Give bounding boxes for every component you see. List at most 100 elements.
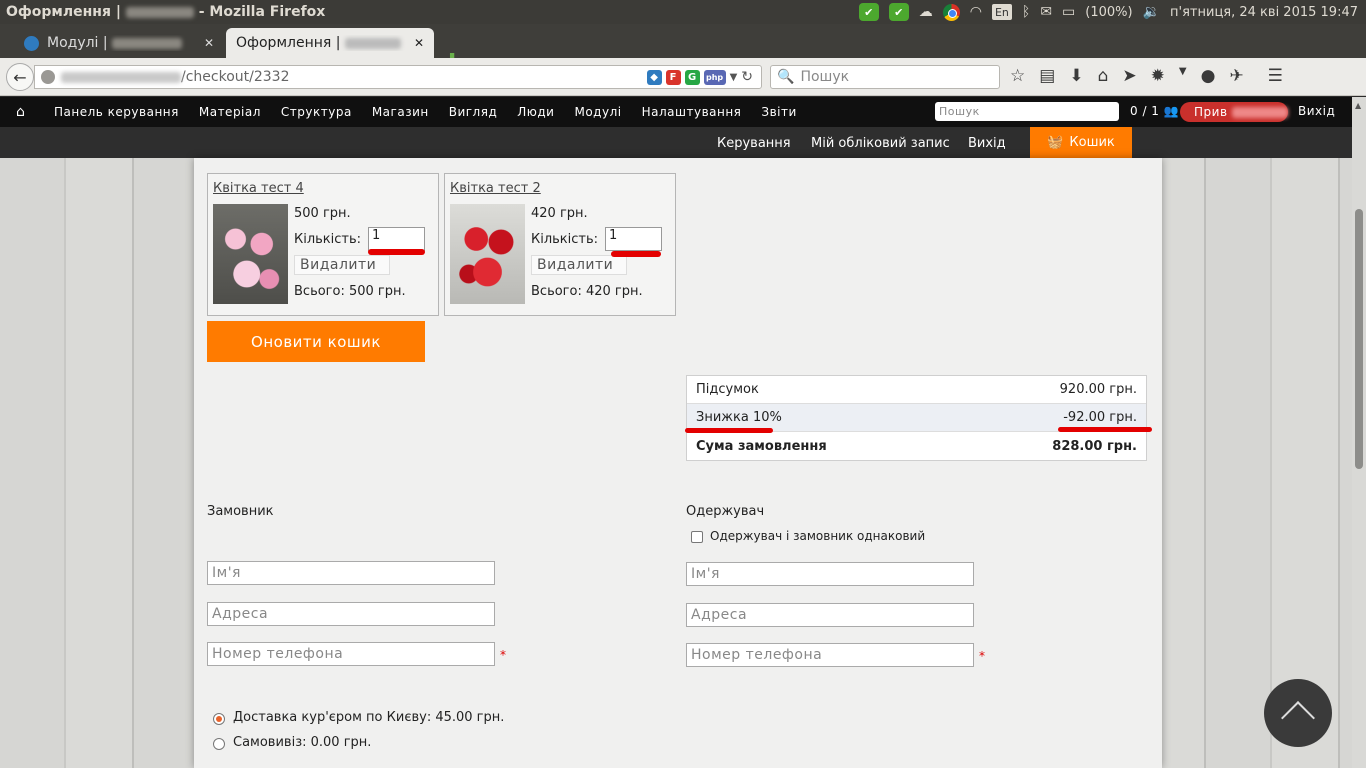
reading-list-icon[interactable]: ▤ bbox=[1039, 66, 1055, 86]
discount-value: -92.00 грн. bbox=[1063, 410, 1137, 425]
admin-menu-structure[interactable]: Структура bbox=[281, 105, 352, 119]
chat-icon[interactable]: ● bbox=[1201, 66, 1216, 86]
update-cart-button[interactable]: Оновити кошик bbox=[207, 321, 425, 362]
send-icon[interactable]: ➤ bbox=[1122, 66, 1136, 86]
drupal-icon[interactable]: ◆ bbox=[646, 69, 662, 85]
chrome-icon[interactable] bbox=[942, 3, 960, 21]
admin-menu-dashboard[interactable]: Панель керування bbox=[54, 105, 179, 119]
drupal-favicon-icon bbox=[24, 35, 39, 51]
remove-item-button[interactable]: Видалити bbox=[294, 255, 390, 275]
admin-menu-store[interactable]: Магазин bbox=[372, 105, 429, 119]
customer-address-field[interactable]: Адреса bbox=[207, 602, 495, 626]
menu-cart-link[interactable]: 🧺 Кошик bbox=[1030, 127, 1132, 158]
os-top-bar: Оформлення | - Mozilla Firefox ✔ ✔ ☁ ◠ E… bbox=[0, 0, 1366, 24]
downloads-icon[interactable]: ⬇ bbox=[1069, 66, 1083, 86]
battery-icon[interactable]: ▭ bbox=[1062, 3, 1075, 21]
tab-modules[interactable]: Модулі | ✕ bbox=[14, 28, 224, 58]
extension-gear-icon[interactable]: ✹ bbox=[1151, 66, 1165, 86]
admin-menu-reports[interactable]: Звіти bbox=[761, 105, 796, 119]
check-icon[interactable]: ✔ bbox=[888, 3, 909, 21]
tab-label: Оформлення | bbox=[236, 35, 408, 51]
mail-icon[interactable]: ✉ bbox=[1040, 3, 1052, 21]
discount-label: Знижка 10% bbox=[696, 410, 782, 425]
product-price: 500 грн. bbox=[294, 206, 351, 221]
url-bar[interactable]: /checkout/2332 ◆ F G php ▼ ↻ bbox=[34, 65, 762, 89]
reload-icon[interactable]: ↻ bbox=[741, 69, 753, 85]
admin-menu-people[interactable]: Люди bbox=[517, 105, 554, 119]
check-icon[interactable]: ✔ bbox=[858, 3, 879, 21]
home-icon[interactable]: ⌂ bbox=[16, 104, 36, 120]
shipping-pickup-label[interactable]: Самовивіз: 0.00 грн. bbox=[233, 735, 371, 750]
recipient-section-title: Одержувач bbox=[686, 504, 765, 519]
quantity-input[interactable]: 1 bbox=[605, 227, 662, 251]
bluetooth-icon[interactable]: ᛒ bbox=[1022, 3, 1030, 21]
site-user-menu: Керування Мій обліковий запис Вихід 🧺 Ко… bbox=[0, 127, 1366, 158]
bookmark-star-icon[interactable]: ☆ bbox=[1010, 66, 1025, 86]
cloud-icon[interactable]: ☁ bbox=[919, 3, 933, 21]
customer-name-field[interactable]: Ім'я bbox=[207, 561, 495, 585]
dropdown-chevron-icon[interactable]: ▼ bbox=[730, 72, 738, 83]
home-icon[interactable]: ⌂ bbox=[1098, 66, 1109, 86]
cart-item: Квітка тест 4 500 грн. Кількість: 1 Вида… bbox=[207, 173, 439, 316]
recipient-phone-field[interactable]: Номер телефона bbox=[686, 643, 974, 667]
shipping-pickup-radio[interactable] bbox=[213, 738, 225, 750]
scroll-to-top-button[interactable] bbox=[1264, 679, 1332, 747]
order-totals-table: Підсумок 920.00 грн. Знижка 10% -92.00 г… bbox=[686, 375, 1147, 461]
recipient-address-field[interactable]: Адреса bbox=[686, 603, 974, 627]
menu-account-link[interactable]: Мій обліковий запис bbox=[811, 136, 950, 151]
battery-level: (100%) bbox=[1085, 4, 1133, 20]
dropdown-chevron-icon[interactable]: ▼ bbox=[1179, 66, 1187, 86]
window-title: Оформлення | - Mozilla Firefox bbox=[6, 4, 326, 20]
menu-logout-link[interactable]: Вихід bbox=[968, 136, 1006, 151]
admin-menu-modules[interactable]: Модулі bbox=[574, 105, 621, 119]
close-tab-icon[interactable]: ✕ bbox=[204, 36, 214, 50]
page-scrollbar[interactable]: ▲ bbox=[1352, 97, 1366, 768]
admin-menu-content[interactable]: Матеріал bbox=[199, 105, 261, 119]
admin-search-input[interactable]: Пошук bbox=[935, 102, 1119, 121]
firebug-icon[interactable]: F bbox=[665, 69, 681, 85]
browser-search-input[interactable]: 🔍 Пошук bbox=[770, 65, 1000, 89]
quantity-label: Кількість: bbox=[294, 232, 362, 247]
subtotal-value: 920.00 грн. bbox=[1059, 382, 1137, 397]
admin-user-badge[interactable]: Прив bbox=[1180, 102, 1288, 122]
subtotal-row: Підсумок 920.00 грн. bbox=[687, 376, 1146, 404]
scrollbar-thumb[interactable] bbox=[1355, 209, 1363, 469]
red-annotation-mark bbox=[368, 249, 425, 255]
admin-menu-settings[interactable]: Налаштування bbox=[642, 105, 742, 119]
total-value: 828.00 грн. bbox=[1052, 438, 1137, 454]
wifi-icon[interactable]: ◠ bbox=[970, 3, 982, 21]
back-arrow-icon[interactable]: ← bbox=[6, 63, 34, 91]
same-as-customer-label[interactable]: Одержувач і замовник однаковий bbox=[710, 529, 925, 543]
customer-phone-field[interactable]: Номер телефона bbox=[207, 642, 495, 666]
url-extensions: ◆ F G php ▼ ↻ bbox=[646, 69, 753, 85]
site-identity-icon[interactable] bbox=[41, 70, 55, 84]
product-title-link[interactable]: Квітка тест 4 bbox=[213, 181, 304, 196]
quantity-input[interactable]: 1 bbox=[368, 227, 425, 251]
php-icon[interactable]: php bbox=[703, 69, 726, 85]
close-tab-icon[interactable]: ✕ bbox=[414, 36, 424, 50]
tab-strip: Модулі | ✕ Оформлення | ✕ ✚ bbox=[0, 24, 1366, 74]
tab-checkout[interactable]: Оформлення | ✕ bbox=[226, 28, 434, 58]
keyboard-layout[interactable]: En bbox=[991, 4, 1012, 20]
scroll-up-arrow-icon[interactable]: ▲ bbox=[1355, 101, 1361, 110]
remove-item-button[interactable]: Видалити bbox=[531, 255, 627, 275]
clock[interactable]: п'ятниця, 24 кві 2015 19:47 bbox=[1170, 5, 1358, 20]
recipient-name-field[interactable]: Ім'я bbox=[686, 562, 974, 586]
product-title-link[interactable]: Квітка тест 2 bbox=[450, 181, 541, 196]
shipping-courier-label[interactable]: Доставка кур'єром по Києву: 45.00 грн. bbox=[233, 710, 504, 725]
quantity-label: Кількість: bbox=[531, 232, 599, 247]
admin-logout-link[interactable]: Вихід bbox=[1298, 104, 1335, 118]
admin-menu-appearance[interactable]: Вигляд bbox=[449, 105, 498, 119]
volume-icon[interactable]: 🔉 bbox=[1143, 3, 1160, 21]
tools-icon[interactable]: ✈ bbox=[1229, 66, 1243, 86]
total-label: Сума замовлення bbox=[696, 438, 827, 454]
product-image[interactable] bbox=[213, 204, 288, 304]
shipping-courier-radio[interactable] bbox=[213, 713, 225, 725]
menu-manage-link[interactable]: Керування bbox=[717, 136, 791, 151]
cart-item: Квітка тест 2 420 грн. Кількість: 1 Вида… bbox=[444, 173, 676, 316]
same-as-customer-checkbox[interactable] bbox=[691, 531, 703, 543]
google-icon[interactable]: G bbox=[684, 69, 700, 85]
menu-hamburger-icon[interactable]: ☰ bbox=[1268, 66, 1283, 86]
product-image[interactable] bbox=[450, 204, 525, 304]
online-users-count: 0 / 1 👥 bbox=[1130, 104, 1180, 118]
